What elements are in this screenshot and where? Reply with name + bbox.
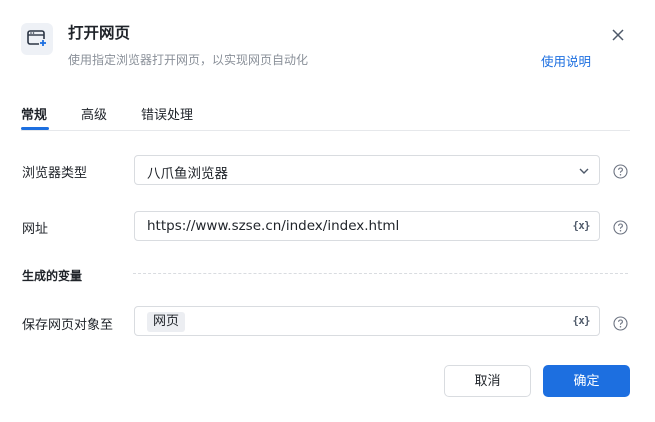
tab-advanced[interactable]: 高级 [81,104,107,123]
variable-insert-icon[interactable]: {x} [573,220,591,232]
open-webpage-dialog: 打开网页 使用指定浏览器打开网页，以实现网页自动化 使用说明 常规 高级 错误处… [0,0,655,422]
dialog-subtitle: 使用指定浏览器打开网页，以实现网页自动化 [68,53,309,67]
tab-error-handling[interactable]: 错误处理 [141,104,193,123]
tab-general[interactable]: 常规 [21,104,47,123]
dialog-title: 打开网页 [68,24,131,42]
browser-type-select[interactable]: 八爪鱼浏览器 [134,155,600,185]
url-input[interactable]: https://www.szse.cn/index/index.html {x} [134,211,600,241]
cancel-button[interactable]: 取消 [444,365,531,397]
browser-type-label: 浏览器类型 [22,166,88,181]
tab-bar: 常规 高级 错误处理 [21,104,630,131]
help-link[interactable]: 使用说明 [541,51,591,70]
save-page-label: 保存网页对象至 [22,318,114,333]
url-label: 网址 [22,222,49,237]
help-icon[interactable] [613,316,628,331]
section-divider [133,273,628,274]
browser-open-icon [21,23,53,55]
save-page-variable-input[interactable]: 网页 {x} [134,306,600,336]
variable-insert-icon[interactable]: {x} [573,315,591,327]
help-icon[interactable] [613,164,628,179]
help-icon[interactable] [613,220,628,235]
chevron-down-icon [579,168,589,174]
url-value: https://www.szse.cn/index/index.html [147,218,400,234]
active-tab-indicator [21,127,49,130]
variable-tag[interactable]: 网页 [147,312,186,332]
generated-variables-title: 生成的变量 [22,269,83,283]
confirm-button[interactable]: 确定 [543,365,630,397]
close-icon[interactable] [609,26,627,44]
browser-type-value: 八爪鱼浏览器 [147,166,228,182]
